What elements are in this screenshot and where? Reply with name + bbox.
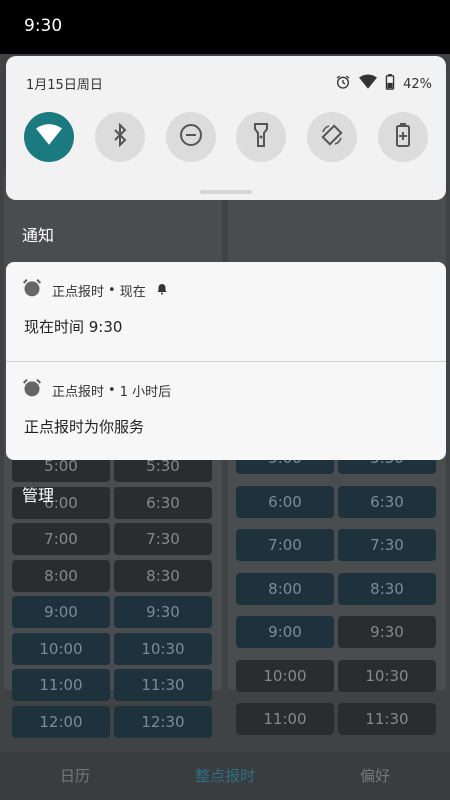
notification-text: 正点报时为你服务 bbox=[24, 418, 145, 436]
battery-saver-tile[interactable] bbox=[377, 112, 428, 162]
notification-group: 正点报时 • 现在 现在时间 9:30 正点报时 • 1 小时后 正点报时为你服… bbox=[6, 262, 446, 460]
notification-item[interactable]: 正点报时 • 1 小时后 正点报时为你服务 bbox=[6, 361, 446, 460]
flashlight-tile[interactable] bbox=[236, 112, 287, 162]
time-slot-button[interactable]: 7:00 bbox=[236, 529, 334, 561]
manage-notifications-button[interactable]: 管理 bbox=[22, 482, 54, 506]
time-slot-button[interactable]: 8:30 bbox=[338, 572, 436, 605]
qs-date[interactable]: 1月15日周日 bbox=[26, 74, 103, 93]
notification-header: 正点报时 • 1 小时后 bbox=[52, 381, 171, 400]
alert-bell-icon bbox=[156, 283, 168, 299]
notification-header: 正点报时 • 现在 bbox=[52, 281, 168, 300]
alarm-clock-app-icon bbox=[22, 378, 42, 402]
nav-preferences[interactable]: 偏好 bbox=[300, 752, 450, 800]
time-slot-button[interactable]: 7:30 bbox=[338, 529, 436, 561]
time-slot-button[interactable]: 12:00 bbox=[12, 705, 110, 738]
qs-system-icons: 42% bbox=[335, 74, 432, 94]
time-slot-button[interactable]: 6:30 bbox=[114, 486, 212, 519]
time-slot-button[interactable]: 10:30 bbox=[114, 632, 212, 665]
wifi-status-icon bbox=[359, 74, 378, 94]
alarm-icon bbox=[335, 74, 351, 94]
time-slot-button[interactable]: 10:00 bbox=[12, 632, 110, 665]
battery-percent: 42% bbox=[403, 76, 432, 92]
notification-text: 现在时间 9:30 bbox=[24, 318, 123, 336]
nav-hourly-chime[interactable]: 整点报时 bbox=[150, 752, 300, 800]
time-slot-button[interactable]: 9:30 bbox=[114, 596, 212, 628]
time-slot-button[interactable]: 8:00 bbox=[12, 559, 110, 592]
notification-app-name: 正点报时 bbox=[52, 285, 105, 300]
battery-saver-icon bbox=[395, 122, 411, 152]
flashlight-icon bbox=[253, 122, 269, 152]
time-slot-button[interactable]: 6:00 bbox=[236, 485, 334, 518]
qs-drag-handle[interactable] bbox=[200, 190, 252, 194]
header-separator: • bbox=[108, 283, 116, 298]
time-slot-button[interactable]: 10:00 bbox=[236, 659, 334, 692]
wifi-icon bbox=[36, 124, 62, 150]
time-slot-button[interactable]: 11:30 bbox=[338, 703, 436, 735]
notification-time: 1 小时后 bbox=[119, 385, 172, 400]
time-slot-button[interactable]: 10:30 bbox=[338, 659, 436, 692]
battery-icon bbox=[385, 74, 395, 94]
auto-rotate-icon bbox=[320, 123, 344, 151]
auto-rotate-tile[interactable] bbox=[307, 112, 358, 162]
time-slot-button[interactable]: 7:30 bbox=[114, 523, 212, 555]
time-slot-button[interactable]: 9:00 bbox=[236, 616, 334, 648]
status-time: 9:30 bbox=[24, 16, 63, 36]
wifi-tile[interactable] bbox=[24, 112, 74, 162]
time-slot-button[interactable]: 6:30 bbox=[338, 485, 436, 518]
time-slot-button[interactable]: 8:00 bbox=[236, 572, 334, 605]
time-slot-button[interactable]: 8:30 bbox=[114, 559, 212, 592]
time-slot-button[interactable]: 9:30 bbox=[338, 616, 436, 648]
alarm-clock-app-icon bbox=[22, 278, 42, 302]
header-separator: • bbox=[108, 383, 116, 398]
notification-time: 现在 bbox=[119, 285, 146, 300]
quick-settings-panel: 1月15日周日 42% bbox=[6, 56, 446, 200]
time-slot-button[interactable]: 12:30 bbox=[114, 705, 212, 738]
qs-tiles bbox=[24, 112, 428, 162]
notification-app-name: 正点报时 bbox=[52, 385, 105, 400]
time-slot-button[interactable]: 11:00 bbox=[236, 703, 334, 735]
time-slot-button[interactable]: 7:00 bbox=[12, 523, 110, 555]
notifications-heading: 通知 bbox=[22, 226, 55, 245]
time-slot-button[interactable]: 9:00 bbox=[12, 596, 110, 628]
bottom-nav: 日历 整点报时 偏好 bbox=[0, 752, 450, 800]
time-slot-button[interactable]: 11:30 bbox=[114, 669, 212, 701]
status-bar: 9:30 bbox=[0, 0, 450, 54]
bluetooth-icon bbox=[110, 122, 130, 151]
bluetooth-tile[interactable] bbox=[94, 112, 145, 162]
nav-calendar[interactable]: 日历 bbox=[0, 752, 150, 800]
notification-item[interactable]: 正点报时 • 现在 现在时间 9:30 bbox=[6, 262, 446, 361]
dnd-tile[interactable] bbox=[165, 112, 216, 162]
time-slot-button[interactable]: 11:00 bbox=[12, 669, 110, 701]
do-not-disturb-icon bbox=[179, 123, 203, 151]
